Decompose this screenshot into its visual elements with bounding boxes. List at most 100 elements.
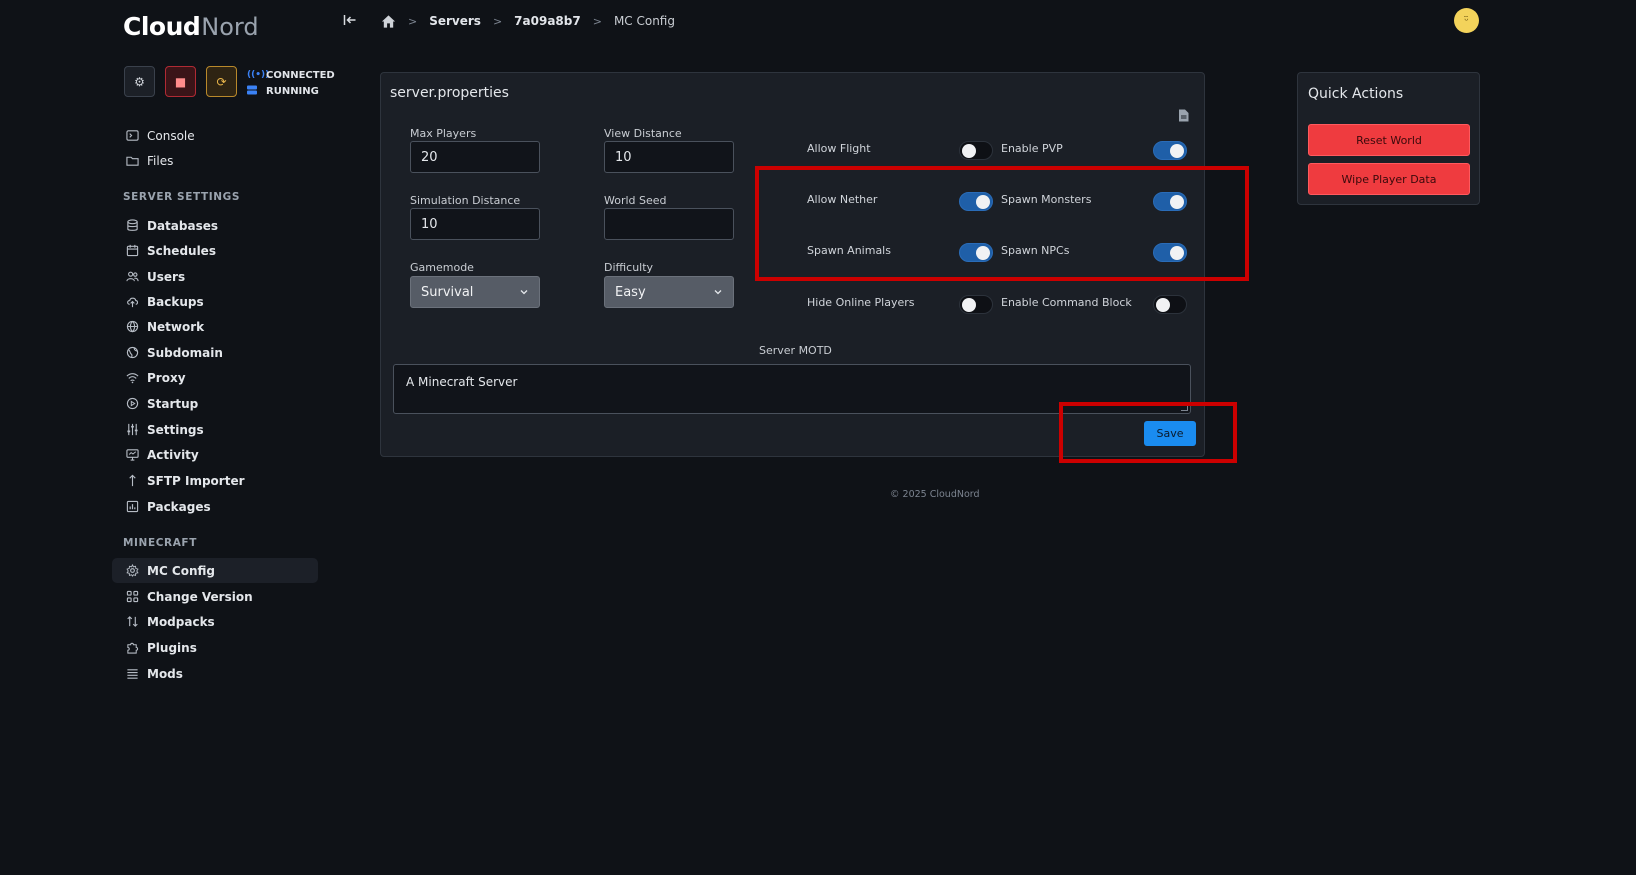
sidebar-item-backups[interactable]: Backups	[112, 289, 318, 314]
sidebar-item-label: Subdomain	[147, 345, 223, 360]
restart-icon: ⟳	[216, 74, 227, 89]
sidebar-item-settings[interactable]: Settings	[112, 417, 318, 442]
document-icon[interactable]	[1178, 107, 1189, 122]
breadcrumb-server-id[interactable]: 7a09a8b7	[514, 14, 581, 28]
reset-world-button[interactable]: Reset World	[1308, 124, 1470, 156]
grid-icon	[125, 590, 139, 604]
sidebar-item-label: Plugins	[147, 640, 197, 655]
motd-value: A Minecraft Server	[406, 375, 518, 389]
sidebar-item-label: Startup	[147, 396, 199, 411]
world-seed-input[interactable]	[604, 208, 734, 240]
play-circle-icon	[125, 397, 139, 411]
chevron-right-icon: >	[492, 14, 503, 28]
sidebar-item-databases[interactable]: Databases	[112, 213, 318, 238]
simulation-distance-label: Simulation Distance	[410, 194, 521, 207]
sidebar-item-mods[interactable]: Mods	[112, 661, 318, 686]
connection-status: CONNECTED	[266, 69, 335, 81]
view-distance-input[interactable]	[604, 141, 734, 173]
sidebar-item-network[interactable]: Network	[112, 314, 318, 339]
logo[interactable]: Cloud Nord	[123, 12, 259, 41]
toggle-knob	[962, 144, 976, 158]
sidebar-item-mc-config[interactable]: MC Config	[112, 558, 318, 583]
section-minecraft: MINECRAFT	[123, 537, 197, 549]
gear-icon: ⚙	[134, 74, 145, 89]
wipe-player-data-button[interactable]: Wipe Player Data	[1308, 163, 1470, 195]
sidebar-item-proxy[interactable]: Proxy	[112, 365, 318, 390]
restart-server-button[interactable]: ⟳	[206, 66, 237, 97]
sidebar-item-files[interactable]: Files	[112, 148, 318, 173]
sidebar-item-schedules[interactable]: Schedules	[112, 238, 318, 263]
gamemode-label: Gamemode	[410, 261, 474, 274]
cloud-upload-icon	[125, 295, 139, 309]
collapse-left-icon	[343, 15, 356, 25]
home-icon[interactable]	[381, 14, 396, 29]
sidebar-item-activity[interactable]: Activity	[112, 442, 318, 467]
footer-copyright: © 2025 CloudNord	[890, 489, 980, 500]
sidebar-item-label: Users	[147, 269, 186, 284]
chevron-down-icon	[714, 290, 722, 295]
gear-icon	[125, 564, 139, 578]
sidebar-item-label: Activity	[147, 447, 199, 462]
sidebar-item-label: Backups	[147, 294, 204, 309]
database-icon	[125, 219, 139, 233]
simulation-distance-input[interactable]	[410, 208, 540, 240]
gamemode-value: Survival	[421, 284, 474, 300]
toggle-knob	[1170, 144, 1184, 158]
server-settings-button[interactable]: ⚙	[124, 66, 155, 97]
hide-online-players-label: Hide Online Players	[807, 296, 915, 309]
enable-pvp-toggle[interactable]	[1153, 141, 1187, 160]
running-status: RUNNING	[266, 85, 319, 97]
arrow-up-icon	[125, 474, 139, 488]
puzzle-icon	[125, 641, 139, 655]
avatar[interactable]: ᵕ̈	[1454, 8, 1479, 33]
server-status: ((•)) CONNECTED RUNNING	[247, 67, 335, 99]
sidebar-item-label: SFTP Importer	[147, 473, 245, 488]
chart-box-icon	[125, 500, 139, 514]
monitor-icon	[125, 448, 139, 462]
sidebar-item-label: Network	[147, 319, 205, 334]
allow-flight-toggle[interactable]	[959, 141, 993, 160]
sort-arrows-icon	[125, 615, 139, 629]
sidebar-item-label: Databases	[147, 218, 219, 233]
sidebar-item-modpacks[interactable]: Modpacks	[112, 609, 318, 634]
sidebar-item-label: MC Config	[147, 563, 216, 578]
server-stack-icon	[247, 85, 259, 98]
chevron-right-icon: >	[592, 14, 602, 28]
stop-server-button[interactable]: ■	[165, 66, 196, 97]
hide-online-players-toggle[interactable]	[959, 295, 993, 314]
avatar-glyph: ᵕ̈	[1464, 14, 1469, 27]
breadcrumb-servers[interactable]: Servers	[429, 14, 481, 28]
sliders-icon	[125, 423, 139, 437]
max-players-input[interactable]	[410, 141, 540, 173]
section-server-settings: SERVER SETTINGS	[123, 191, 241, 203]
sidebar-item-users[interactable]: Users	[112, 264, 318, 289]
enable-command-block-toggle[interactable]	[1153, 295, 1187, 314]
sidebar-item-change-version[interactable]: Change Version	[112, 584, 318, 609]
signal-icon: ((•))	[247, 70, 270, 80]
sidebar-item-label: Schedules	[147, 243, 216, 258]
difficulty-label: Difficulty	[604, 261, 654, 274]
sidebar-item-label: Proxy	[147, 370, 186, 385]
sidebar-item-plugins[interactable]: Plugins	[112, 635, 318, 660]
sidebar-item-startup[interactable]: Startup	[112, 391, 318, 416]
allow-flight-label: Allow Flight	[807, 142, 871, 155]
difficulty-select[interactable]: Easy	[604, 276, 734, 308]
stop-icon: ■	[174, 74, 187, 89]
globe-icon	[125, 320, 139, 334]
wifi-icon	[125, 371, 139, 385]
list-icon	[125, 667, 139, 681]
sidebar-item-label: Packages	[147, 499, 211, 514]
collapse-sidebar-button[interactable]	[342, 12, 358, 28]
sidebar-item-packages[interactable]: Packages	[112, 494, 318, 519]
sidebar-item-sftp-importer[interactable]: SFTP Importer	[112, 468, 318, 493]
enable-pvp-label: Enable PVP	[1001, 142, 1063, 155]
users-icon	[125, 270, 139, 284]
difficulty-value: Easy	[615, 284, 646, 300]
sidebar-item-subdomain[interactable]: Subdomain	[112, 340, 318, 365]
sidebar-item-label: Console	[147, 128, 195, 143]
gamemode-select[interactable]: Survival	[410, 276, 540, 308]
sidebar-item-label: Change Version	[147, 589, 253, 604]
panel-title: server.properties	[390, 85, 509, 101]
sidebar-item-console[interactable]: Console	[112, 123, 318, 148]
breadcrumb-current: MC Config	[613, 14, 675, 28]
